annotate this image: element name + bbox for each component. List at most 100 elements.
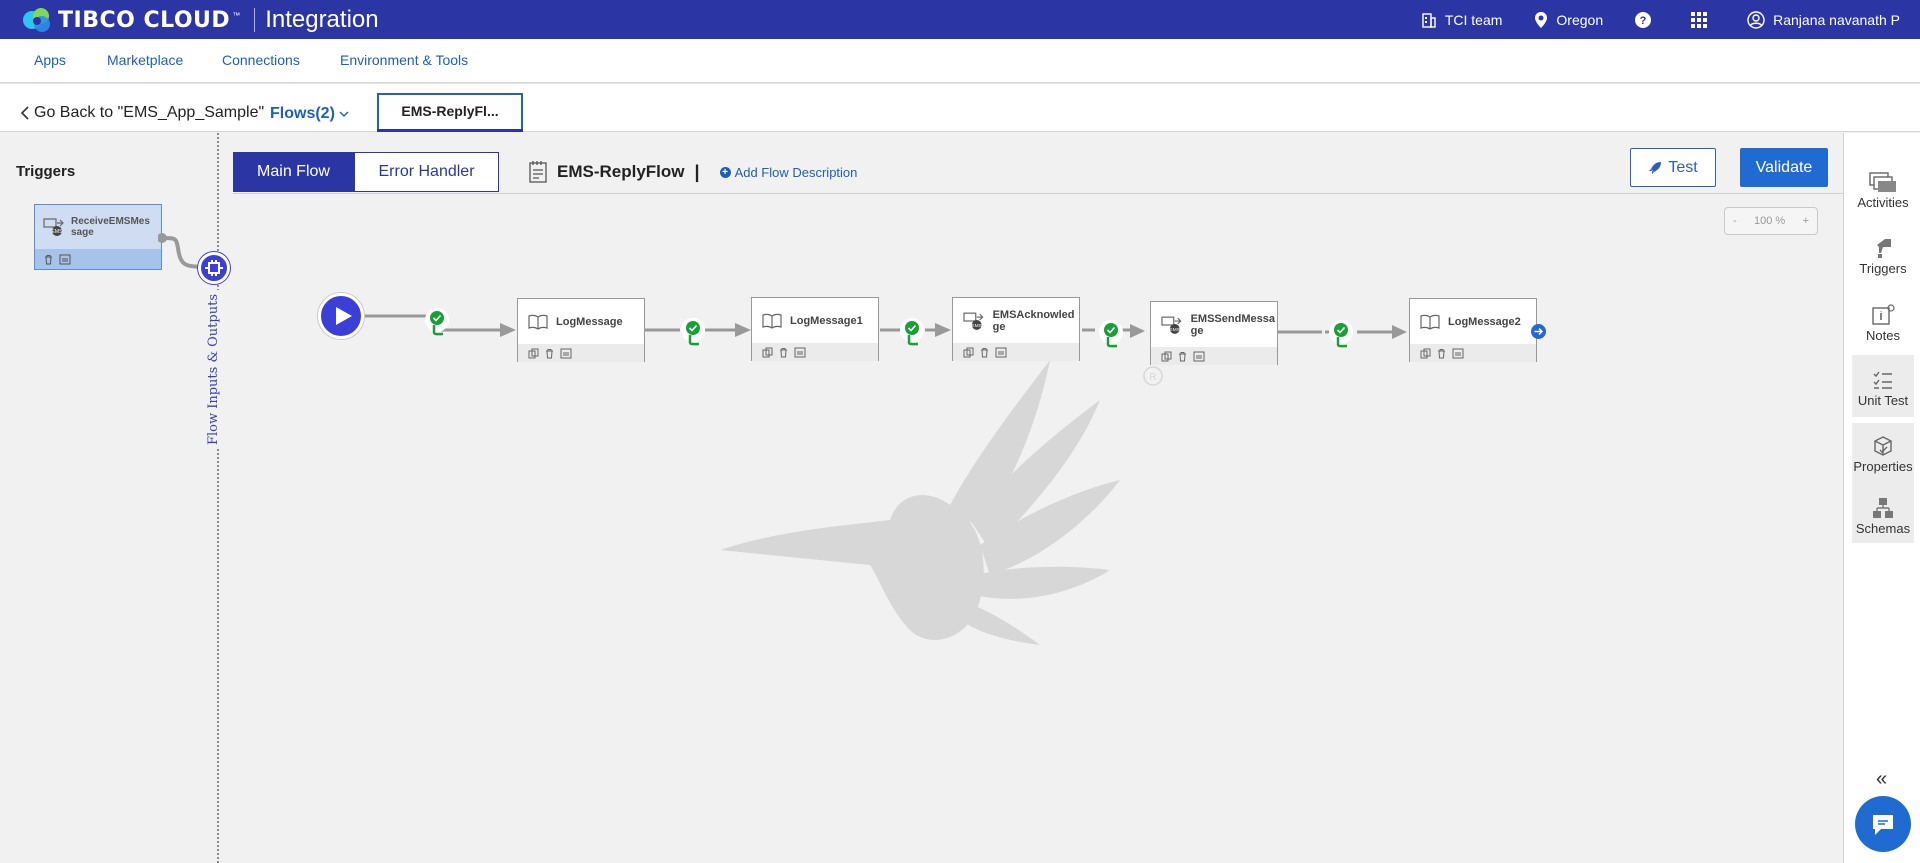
delete-icon[interactable] xyxy=(544,348,555,359)
mapper-icon[interactable] xyxy=(560,348,572,359)
add-description-link[interactable]: + Add Flow Description xyxy=(719,164,858,180)
sidebar-unit-test-label: Unit Test xyxy=(1857,393,1909,408)
flow-io-handle[interactable] xyxy=(198,252,230,284)
mapper-icon[interactable] xyxy=(1452,348,1464,359)
collapse-sidebar-button[interactable]: « xyxy=(1876,768,1887,791)
check-branch-icon xyxy=(686,321,700,346)
tab-error-handler[interactable]: Error Handler xyxy=(354,152,499,192)
activity-logmessage[interactable]: LogMessage xyxy=(517,298,645,362)
unit-test-icon xyxy=(1873,371,1892,389)
test-button[interactable]: Test xyxy=(1630,148,1716,187)
success-condition[interactable] xyxy=(1099,320,1123,348)
arrow-right-icon xyxy=(1534,327,1544,336)
tab-main-flow[interactable]: Main Flow xyxy=(233,152,354,192)
mapper-icon[interactable] xyxy=(794,347,806,358)
apps-grid-button[interactable] xyxy=(1691,11,1715,28)
check-branch-icon xyxy=(1334,323,1348,348)
check-branch-icon xyxy=(430,311,444,336)
flow-name: EMS-ReplyFlow xyxy=(557,162,685,181)
chevron-left-icon xyxy=(20,106,29,120)
sidebar-notes[interactable]: Notes xyxy=(1852,304,1914,343)
building-icon xyxy=(1422,12,1436,28)
trigger-card[interactable]: EMS ReceiveEMSMessage xyxy=(34,204,162,270)
flow-io-icon xyxy=(205,260,223,276)
success-condition[interactable] xyxy=(681,318,705,346)
copy-icon[interactable] xyxy=(762,347,773,358)
user-menu[interactable]: Ranjana navanath P xyxy=(1747,10,1900,29)
flow-tab-active[interactable]: EMS-ReplyFl... xyxy=(377,93,523,132)
flow-header-bar: Go Back to "EMS_App_Sample" Flows(2) EMS… xyxy=(0,84,1920,132)
test-label: Test xyxy=(1668,158,1698,176)
top-bar: TIBCO CLOUD ™ Integration TCI team Orego… xyxy=(0,0,1920,39)
region-selector[interactable]: Oregon xyxy=(1534,11,1603,29)
zoom-in-button[interactable]: + xyxy=(1803,215,1809,227)
nav-apps[interactable]: Apps xyxy=(34,52,66,68)
add-activity-handle[interactable] xyxy=(1531,324,1546,339)
flow-start-button[interactable] xyxy=(318,293,364,339)
team-selector[interactable]: TCI team xyxy=(1421,12,1502,28)
mapper-icon[interactable] xyxy=(59,254,71,265)
rocket-icon xyxy=(1649,161,1662,174)
ems-icon: EMS xyxy=(1161,316,1182,334)
activity-emsacknowledge[interactable]: EMS EMSAcknowledge xyxy=(952,297,1080,361)
zoom-out-button[interactable]: - xyxy=(1733,215,1737,227)
delete-icon[interactable] xyxy=(43,254,54,265)
main-nav: Apps Marketplace Connections Environment… xyxy=(0,39,1920,83)
delete-icon[interactable] xyxy=(979,347,990,358)
right-sidebar: Activities Triggers Notes Unit Test Prop… xyxy=(1843,133,1920,863)
chevron-down-icon xyxy=(339,111,349,117)
ems-receive-icon: EMS xyxy=(43,218,64,236)
flow-inputs-outputs-label[interactable]: Flow Inputs & Outputs xyxy=(206,290,221,450)
delete-icon[interactable] xyxy=(1436,348,1447,359)
validate-button[interactable]: Validate xyxy=(1740,148,1828,187)
location-pin-icon xyxy=(1535,11,1548,28)
tibco-bird-watermark-icon: R xyxy=(720,360,1163,645)
nav-environment-tools[interactable]: Environment & Tools xyxy=(340,52,468,68)
zoom-level: 100 % xyxy=(1754,215,1786,227)
activity-name: LogMessage1 xyxy=(790,314,863,327)
brand[interactable]: TIBCO CLOUD ™ Integration xyxy=(22,5,379,35)
help-button[interactable]: ? xyxy=(1635,11,1659,28)
success-condition[interactable] xyxy=(425,308,449,336)
activity-emssendmessage[interactable]: EMS EMSSendMessage xyxy=(1150,301,1278,365)
log-book-icon xyxy=(528,314,548,330)
sidebar-schemas-label: Schemas xyxy=(1855,521,1911,536)
properties-icon xyxy=(1874,436,1892,456)
copy-icon[interactable] xyxy=(1420,348,1431,359)
mapper-icon[interactable] xyxy=(1193,351,1205,362)
sidebar-activities[interactable]: Activities xyxy=(1852,171,1914,210)
canvas-top-border xyxy=(233,193,1843,194)
success-condition[interactable] xyxy=(900,318,924,346)
brand-separator xyxy=(254,8,256,32)
nav-marketplace[interactable]: Marketplace xyxy=(107,52,183,68)
copy-icon[interactable] xyxy=(963,347,974,358)
svg-text:R: R xyxy=(1149,372,1156,383)
user-name: Ranjana navanath P xyxy=(1773,11,1900,28)
tibco-cloud-logo-icon xyxy=(23,8,50,32)
copy-icon[interactable] xyxy=(1161,351,1172,362)
svg-text:EMS: EMS xyxy=(52,229,64,235)
activity-logmessage1[interactable]: LogMessage1 xyxy=(751,297,879,361)
check-branch-icon xyxy=(1104,323,1118,348)
flows-dropdown[interactable]: Flows(2) xyxy=(270,105,349,123)
brand-trademark: ™ xyxy=(232,10,241,20)
trigger-name: ReceiveEMSMessage xyxy=(71,216,150,238)
activity-name: EMSAcknowledge xyxy=(992,308,1075,333)
add-description-label: Add Flow Description xyxy=(734,164,858,180)
go-back-link[interactable]: Go Back to "EMS_App_Sample" xyxy=(20,104,264,122)
delete-icon[interactable] xyxy=(1177,351,1188,362)
success-condition[interactable] xyxy=(1329,320,1353,348)
activities-icon xyxy=(1869,172,1896,192)
sidebar-schemas[interactable]: Schemas xyxy=(1852,497,1914,536)
mapper-icon[interactable] xyxy=(995,347,1007,358)
log-book-icon xyxy=(762,313,782,329)
sidebar-triggers[interactable]: Triggers xyxy=(1852,237,1914,276)
nav-connections[interactable]: Connections xyxy=(222,52,300,68)
copy-icon[interactable] xyxy=(528,348,539,359)
sidebar-unit-test[interactable]: Unit Test xyxy=(1852,355,1914,417)
chat-button[interactable] xyxy=(1855,796,1911,852)
delete-icon[interactable] xyxy=(778,347,789,358)
user-avatar-icon xyxy=(1747,10,1765,29)
activity-logmessage2[interactable]: LogMessage2 xyxy=(1409,298,1537,362)
play-icon xyxy=(336,307,352,325)
